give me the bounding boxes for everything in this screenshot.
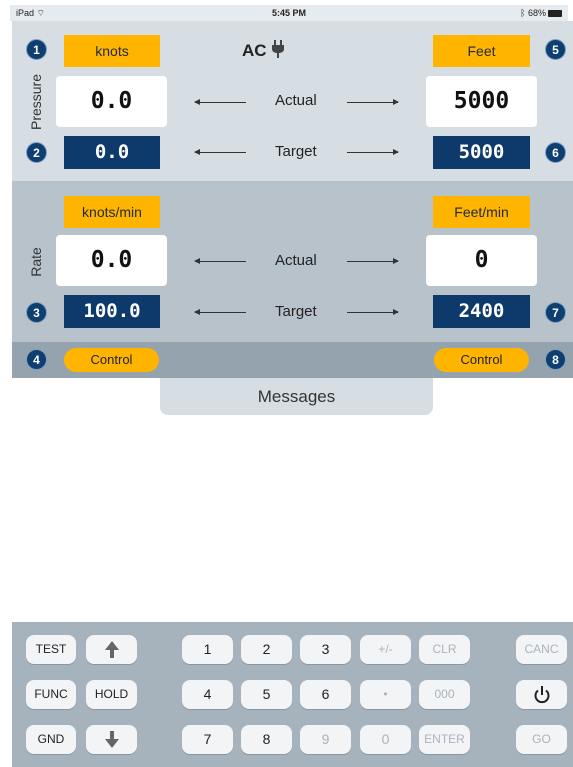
digit-3-key[interactable]: 3	[300, 635, 351, 664]
arrow-right-icon	[347, 309, 399, 315]
rate-actual-left[interactable]: 0.0	[56, 235, 167, 286]
rate-target-right[interactable]: 2400	[433, 295, 530, 328]
arrow-up-key[interactable]	[86, 635, 137, 664]
marker-8: 8	[545, 349, 566, 370]
pressure-actual-left[interactable]: 0.0	[56, 76, 167, 127]
bluetooth-icon: ᛒ	[520, 8, 526, 18]
digit-1-key[interactable]: 1	[182, 635, 233, 664]
pressure-panel: 1 2 5 6 Pressure knots Feet AC 0.0 5000 …	[12, 21, 573, 181]
go-key[interactable]: GO	[516, 725, 567, 754]
arrow-up-icon	[104, 641, 119, 658]
digit-6-key[interactable]: 6	[300, 680, 351, 709]
app-window: iPad ⌔ 5:45 PM ᛒ 68% 1 2 5 6 Pressure kn…	[0, 0, 573, 767]
marker-4: 4	[26, 349, 47, 370]
plus-minus-key[interactable]: +/-	[360, 635, 411, 664]
pressure-actual-right[interactable]: 5000	[426, 76, 537, 127]
control-left-button[interactable]: Control	[64, 348, 159, 372]
rate-actual-label: Actual	[275, 252, 317, 269]
pressure-actual-label: Actual	[275, 92, 317, 109]
arrow-left-icon	[194, 149, 246, 155]
battery-icon	[548, 10, 562, 18]
arrow-left-icon	[194, 99, 246, 105]
digit-4-key[interactable]: 4	[182, 680, 233, 709]
pressure-unit-right-button[interactable]: Feet	[433, 35, 530, 67]
rate-unit-left-button[interactable]: knots/min	[64, 196, 160, 228]
keypad: TEST 1 2 3 +/- CLR CANC FUNC HOLD 4 5 6 …	[12, 622, 573, 767]
digit-5-key[interactable]: 5	[241, 680, 292, 709]
pressure-target-left[interactable]: 0.0	[64, 136, 160, 169]
pressure-side-label: Pressure	[28, 73, 44, 131]
digit-0-key[interactable]: 0	[360, 725, 411, 754]
triple-zero-key[interactable]: 000	[419, 680, 470, 709]
status-time: 5:45 PM	[271, 8, 306, 18]
digit-8-key[interactable]: 8	[241, 725, 292, 754]
status-bar: iPad ⌔ 5:45 PM ᛒ 68%	[10, 5, 568, 21]
hold-key[interactable]: HOLD	[86, 680, 137, 709]
marker-6: 6	[545, 142, 566, 163]
digit-7-key[interactable]: 7	[182, 725, 233, 754]
marker-5: 5	[545, 39, 566, 60]
digit-9-key[interactable]: 9	[300, 725, 351, 754]
plug-icon	[271, 40, 285, 63]
cancel-key[interactable]: CANC	[516, 635, 567, 664]
rate-target-label: Target	[275, 303, 317, 320]
arrow-down-icon	[104, 731, 119, 748]
rate-target-left[interactable]: 100.0	[64, 295, 160, 328]
arrow-left-icon	[194, 258, 246, 264]
marker-3: 3	[26, 302, 47, 323]
pressure-unit-left-button[interactable]: knots	[64, 35, 160, 67]
marker-7: 7	[545, 302, 566, 323]
decimal-key[interactable]: •	[360, 680, 411, 709]
rate-unit-right-button[interactable]: Feet/min	[433, 196, 530, 228]
control-right-button[interactable]: Control	[434, 348, 529, 372]
messages-tab[interactable]: Messages	[160, 378, 433, 415]
clear-key[interactable]: CLR	[419, 635, 470, 664]
power-key[interactable]	[516, 680, 567, 709]
arrow-right-icon	[347, 149, 399, 155]
marker-2: 2	[26, 142, 47, 163]
control-bar: 4 Control Control 8	[12, 342, 573, 378]
gnd-key[interactable]: GND	[26, 725, 76, 754]
test-key[interactable]: TEST	[26, 635, 76, 664]
arrow-left-icon	[194, 309, 246, 315]
battery-status: ᛒ 68%	[520, 8, 562, 18]
arrow-down-key[interactable]	[86, 725, 137, 754]
power-icon	[534, 686, 549, 704]
power-source-indicator: AC	[242, 40, 285, 63]
arrow-right-icon	[347, 258, 399, 264]
rate-panel: knots/min Feet/min Rate 0.0 0 Actual 3 7…	[12, 181, 573, 342]
rate-side-label: Rate	[28, 247, 44, 277]
enter-key[interactable]: ENTER	[419, 725, 470, 754]
rate-actual-right[interactable]: 0	[426, 235, 537, 286]
func-key[interactable]: FUNC	[26, 680, 76, 709]
pressure-target-right[interactable]: 5000	[433, 136, 530, 169]
arrow-right-icon	[347, 99, 399, 105]
digit-2-key[interactable]: 2	[241, 635, 292, 664]
marker-1: 1	[26, 39, 47, 60]
pressure-target-label: Target	[275, 143, 317, 160]
